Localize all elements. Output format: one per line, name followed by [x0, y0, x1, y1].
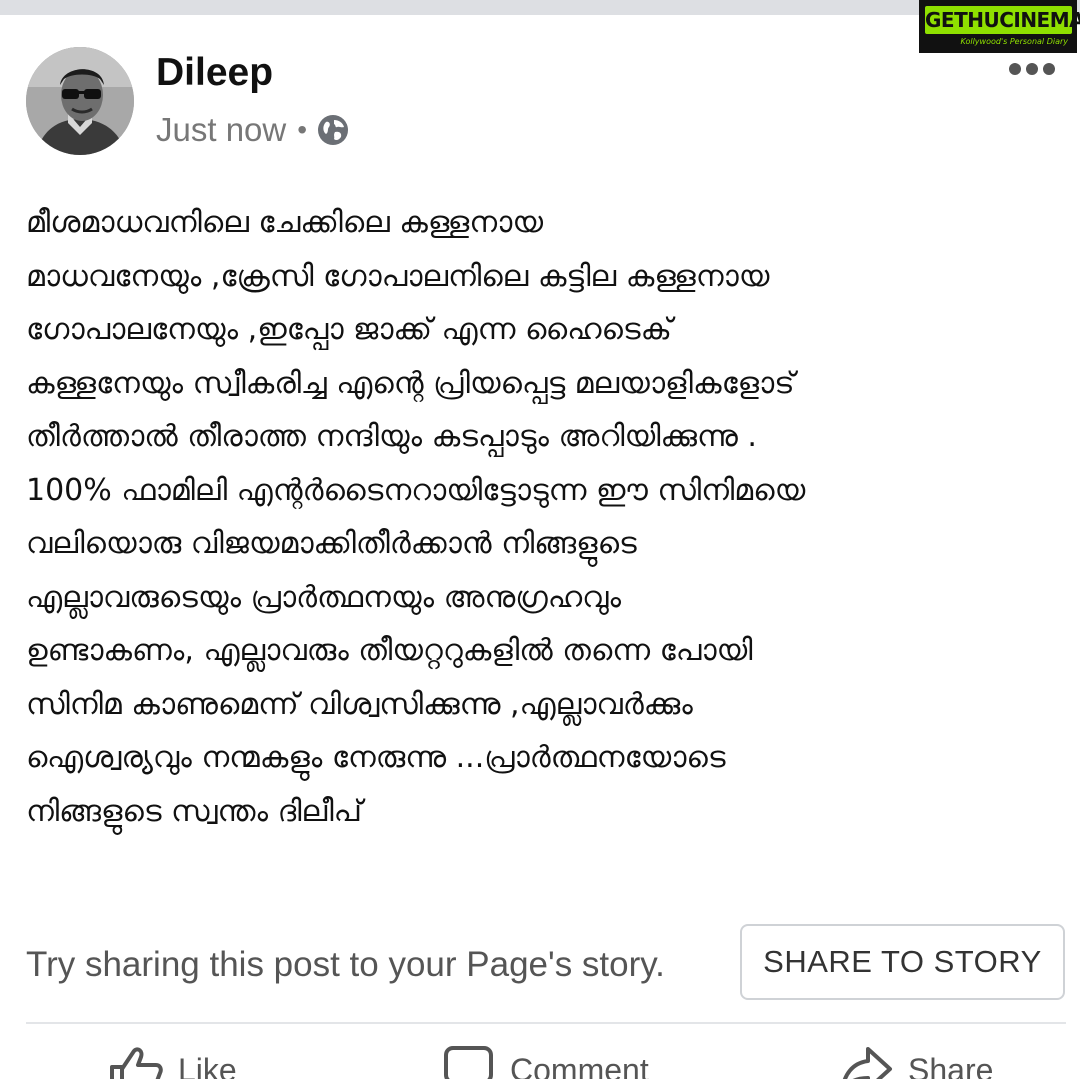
divider	[26, 1022, 1066, 1024]
post-line: 100% ഫാമിലി എന്റർടൈനറായിട്ടോടുന്ന ഈ സിനി…	[26, 472, 806, 508]
action-bar: Like Comment Share	[0, 1040, 1080, 1079]
post-line: മാധവനേയും ,ക്രേസി ഗോപാലനിലെ കട്ടില കള്ളന…	[26, 258, 770, 294]
share-to-story-button[interactable]: SHARE TO STORY	[740, 924, 1065, 1000]
post-line: നിങ്ങളുടെ സ്വന്തം ദിലീപ്	[26, 793, 362, 829]
post-line: മീശമാധവനിലെ ചേക്കിലെ കള്ളനായ	[26, 205, 543, 240]
comment-icon	[444, 1046, 493, 1079]
more-options-icon[interactable]	[1008, 61, 1056, 77]
author-name[interactable]: Dileep	[156, 50, 273, 96]
share-prompt: Try sharing this post to your Page's sto…	[26, 945, 665, 984]
comment-button[interactable]: Comment	[440, 1040, 649, 1079]
share-arrow-icon	[842, 1047, 892, 1079]
top-strip	[0, 0, 1080, 15]
post-line: ഗോപാലനേയും ,ഇപ്പോ ജാക്ക് എന്ന ഹൈടെക്	[26, 312, 672, 347]
post-line: സിനിമ കാണുമെന്ന് വിശ്വസിക്കുന്നു ,എല്ലാവ…	[26, 686, 693, 722]
avatar[interactable]	[26, 47, 134, 155]
comment-label: Comment	[510, 1051, 649, 1079]
like-button[interactable]: Like	[108, 1040, 237, 1079]
post-line: എല്ലാവരുടെയും പ്രാർത്ഥനയും അനുഗ്രഹവും	[26, 579, 622, 615]
post-meta: Just now •	[156, 109, 349, 151]
post-line: ഐശ്വര്യവും നന്മകളും നേരുന്നു ...പ്രാർത്ഥ…	[26, 740, 726, 775]
avatar-photo-icon	[26, 47, 134, 155]
thumbs-up-icon	[110, 1047, 163, 1079]
watermark-logo-text: GETHUCINEMA	[925, 6, 1080, 34]
share-label: Share	[908, 1051, 994, 1079]
share-button[interactable]: Share	[838, 1040, 993, 1079]
post-body: മീശമാധവനിലെ ചേക്കിലെ കള്ളനായ മാധവനേയും ,…	[26, 196, 1066, 838]
watermark-logo: GETHUCINEMA Kollywood's Personal Diary	[919, 0, 1080, 53]
meta-separator: •	[297, 114, 308, 145]
watermark-tagline: Kollywood's Personal Diary	[960, 37, 1069, 46]
post-line: കള്ളനേയും സ്വീകരിച്ച എന്റെ പ്രിയപ്പെട്ട …	[26, 365, 795, 401]
post-line: തീർത്താൽ തീരാത്ത നന്ദിയും കടപ്പാടും അറിയ…	[26, 419, 757, 454]
like-label: Like	[178, 1051, 237, 1079]
post-line: വലിയൊരു വിജയമാക്കിതീർക്കാൻ നിങ്ങളുടെ	[26, 526, 637, 561]
post-timestamp[interactable]: Just now	[156, 111, 286, 149]
globe-icon	[318, 115, 349, 145]
post-line: ഉണ്ടാകണം, എല്ലാവരും തീയറ്ററുകളിൽ തന്നെ പ…	[26, 633, 753, 668]
